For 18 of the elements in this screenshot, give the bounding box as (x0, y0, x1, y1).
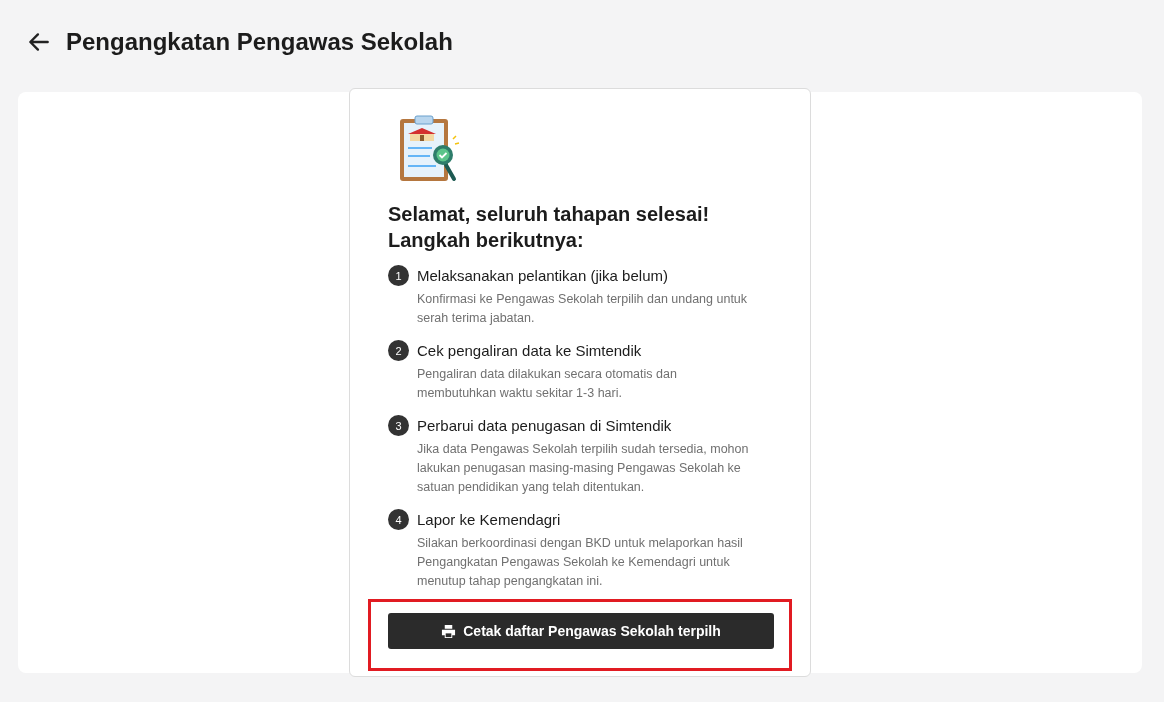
step-number: 3 (388, 415, 409, 436)
printer-icon (441, 623, 457, 639)
step-number: 4 (388, 509, 409, 530)
step-description: Konfirmasi ke Pengawas Sekolah terpilih dan undang untuk serah terima jabatan. (417, 291, 749, 327)
step-description: Jika data Pengawas Sekolah terpilih sudah tersedia, mohon lakukan penugasan masing-masing Pengawas Sekolah ke satuan pendidikan yang telah ditentukan. (417, 441, 750, 496)
step-description: Pengaliran data dilakukan secara otomatis dan membutuhkan waktu sekitar 1-3 hari. (417, 366, 678, 402)
page-title: Pengangkatan Pengawas Sekolah (66, 28, 453, 56)
step-title: Cek pengaliran data ke Simtendik (417, 341, 643, 361)
step-title: Lapor ke Kemendagri (417, 510, 562, 530)
card-heading: Selamat, seluruh tahapan selesai! (388, 202, 711, 227)
step-description: Silakan berkoordinasi dengan BKD untuk melaporkan hasil Pengangkatan Pengawas Sekolah ke Kemendagri untuk menutup tahap pengangkatan ini. (417, 535, 744, 590)
step-title: Perbarui data penugasan di Simtendik (417, 416, 673, 436)
print-button[interactable]: Cetak daftar Pengawas Sekolah terpilh (388, 613, 774, 649)
step-number: 2 (388, 340, 409, 361)
step-title: Melaksanakan pelantikan (jika belum) (417, 266, 669, 286)
card-heading: Langkah berikutnya: (388, 228, 585, 253)
clipboard-magnifier-drawing (398, 115, 462, 183)
step-number: 1 (388, 265, 409, 286)
